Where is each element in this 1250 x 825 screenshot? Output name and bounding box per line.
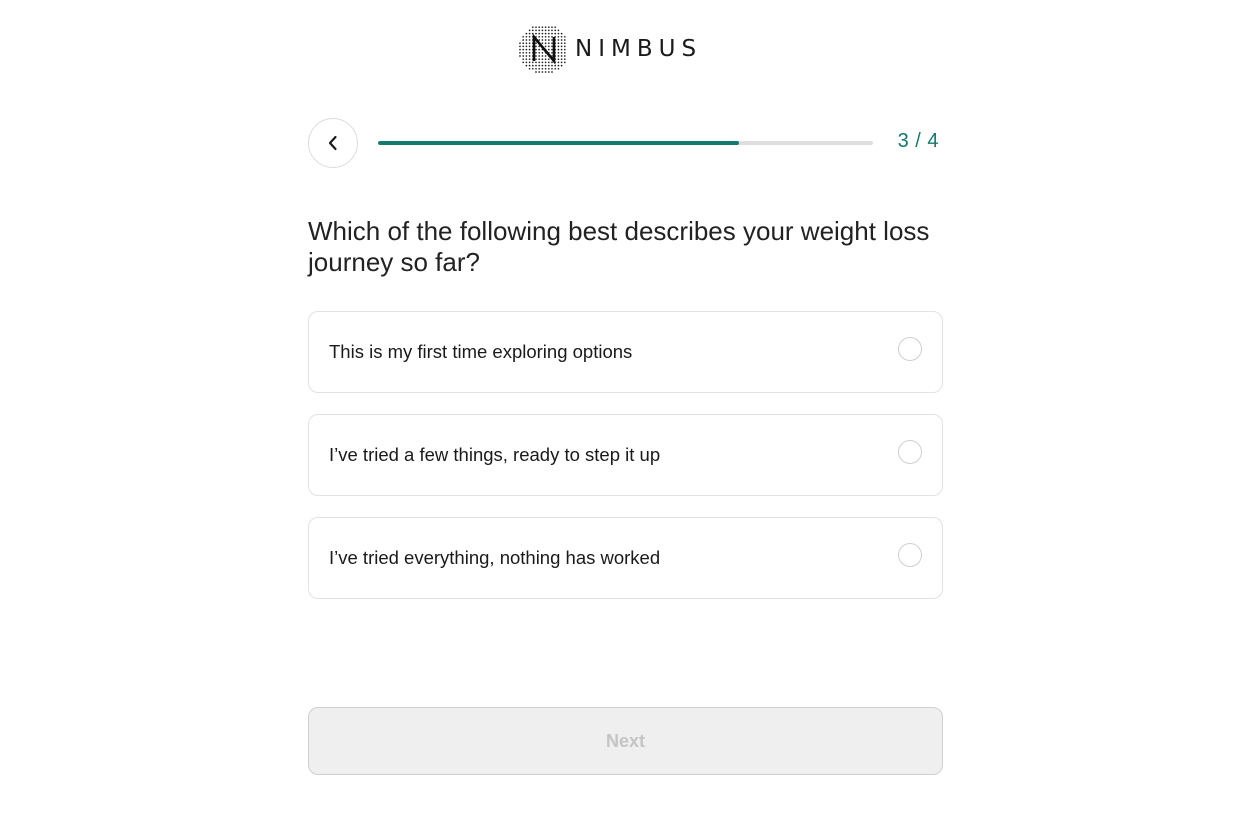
nimbus-logo-icon (519, 26, 566, 73)
step-counter: 3 / 4 (897, 130, 939, 152)
answer-options: This is my first time exploring options … (308, 311, 943, 620)
option-label: I’ve tried everything, nothing has worke… (329, 547, 661, 568)
next-button[interactable]: Next (308, 707, 943, 775)
chevron-left-icon (328, 135, 337, 151)
option-label: This is my first time exploring options (329, 341, 633, 362)
option-label: I’ve tried a few things, ready to step i… (329, 444, 661, 465)
radio-button[interactable] (898, 440, 922, 464)
option-card[interactable]: I’ve tried a few things, ready to step i… (308, 414, 943, 496)
brand-name: NIMBUS (575, 36, 703, 62)
question-title: Which of the following best describes yo… (308, 216, 930, 277)
back-button[interactable] (308, 118, 358, 168)
brand-logo: NIMBUS (519, 22, 702, 76)
option-card[interactable]: This is my first time exploring options (308, 311, 943, 393)
progress-row: 3 / 4 (308, 118, 942, 168)
radio-button[interactable] (898, 337, 922, 361)
radio-button[interactable] (898, 543, 922, 567)
progress-bar (378, 141, 873, 145)
option-card[interactable]: I’ve tried everything, nothing has worke… (308, 517, 943, 599)
progress-bar-fill (378, 141, 740, 145)
